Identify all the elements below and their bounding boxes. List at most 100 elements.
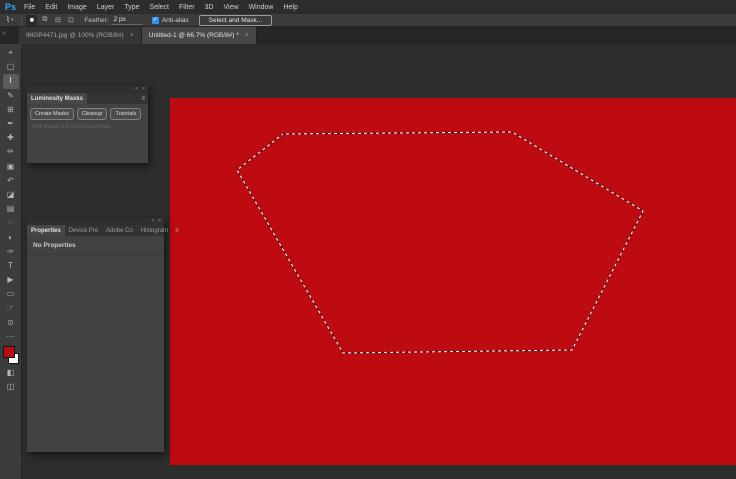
panel-menu-icon[interactable]: ≡ xyxy=(138,93,148,104)
create-masks-button[interactable]: Create Masks xyxy=(30,108,74,120)
tab-overflow-icon[interactable]: » xyxy=(2,30,6,37)
selection-marching-ants-light xyxy=(236,131,644,354)
menu-help[interactable]: Help xyxy=(283,4,297,11)
foreground-color-swatch[interactable] xyxy=(2,345,15,358)
pen-tool[interactable]: ✑ xyxy=(3,245,19,259)
dodge-tool[interactable]: ◐ xyxy=(3,230,19,244)
history-brush-tool[interactable]: ↶ xyxy=(3,174,19,188)
tool-icon: ⊞ xyxy=(7,104,14,114)
document-canvas[interactable] xyxy=(170,98,736,465)
tab-adobe-color[interactable]: Adobe Co xyxy=(102,225,137,236)
tutorials-button[interactable]: Tutorials xyxy=(110,108,142,120)
document-tab[interactable]: Untitled-1 @ 66.7% (RGB/8#) * × xyxy=(141,27,257,44)
photoshop-window: Ps File Edit Image Layer Type Select Fil… xyxy=(0,0,736,479)
close-tab-icon[interactable]: × xyxy=(245,32,249,39)
move-tool[interactable]: ⌖ xyxy=(3,46,19,60)
menu-bar: Ps File Edit Image Layer Type Select Fil… xyxy=(0,0,736,14)
menu-type[interactable]: Type xyxy=(124,4,139,11)
anti-alias-checkbox[interactable]: ✓ xyxy=(151,16,159,24)
quick-selection-tool[interactable]: ✎ xyxy=(3,89,19,103)
menu-3d[interactable]: 3D xyxy=(205,4,214,11)
close-tab-icon[interactable]: × xyxy=(130,32,134,39)
polygonal-lasso-tool[interactable]: ⌇ xyxy=(2,74,19,89)
tool-icon: ⌖ xyxy=(8,48,13,58)
document-tab[interactable]: IMGP4471.jpg @ 100% (RGB/8#) × xyxy=(19,27,142,44)
select-and-mask-button[interactable]: Select and Mask... xyxy=(198,14,273,26)
edit-toolbar-icon[interactable]: ⋯ xyxy=(3,330,19,344)
zoom-tool[interactable]: ⊙ xyxy=(3,316,19,330)
selection-mode-icon: ⧉ xyxy=(42,16,48,23)
menu-select[interactable]: Select xyxy=(150,4,169,11)
chevron-down-icon[interactable]: ▾ xyxy=(11,17,14,23)
crop-tool[interactable]: ⊞ xyxy=(3,103,19,117)
panel-menu-icon[interactable]: ≡ xyxy=(172,225,182,236)
tool-icon: ⊙ xyxy=(7,317,14,327)
intersect-selection-mode[interactable]: ⊡ xyxy=(65,15,76,26)
tool-icon: ▭ xyxy=(6,289,15,299)
blur-tool[interactable]: ◌ xyxy=(3,216,19,230)
tool-icon: ☞ xyxy=(6,303,15,313)
polygonal-lasso-icon[interactable]: ⌇ xyxy=(6,16,10,24)
collapse-panel-icon[interactable]: « xyxy=(151,219,154,224)
tool-icon: ◪ xyxy=(6,189,15,199)
selection-mode-icon: ■ xyxy=(29,16,35,24)
brush-tool[interactable]: ✏ xyxy=(3,145,19,159)
feather-label: Feather: xyxy=(84,16,109,24)
type-tool[interactable]: T xyxy=(3,259,19,273)
tool-icon: ↶ xyxy=(7,175,14,185)
tool-icon: ✒ xyxy=(7,119,14,129)
anti-alias-label: Anti-alias xyxy=(161,16,189,24)
tool-icon: ⌇ xyxy=(8,76,13,86)
tool-icon: ◌ xyxy=(8,218,13,228)
tab-properties[interactable]: Properties xyxy=(27,225,65,236)
selection-marching-ants-dark xyxy=(236,131,644,354)
menu-image[interactable]: Image xyxy=(67,4,86,11)
panel-tab-row: Luminosity Masks ≡ xyxy=(27,93,148,104)
rectangle-tool[interactable]: ▭ xyxy=(3,287,19,301)
cleanup-button[interactable]: Cleanup xyxy=(76,108,108,120)
menu-view[interactable]: View xyxy=(224,4,239,11)
screen-mode-icon[interactable]: ◫ xyxy=(3,380,19,394)
subtract-selection-mode[interactable]: ⊟ xyxy=(52,15,63,26)
luminosity-masks-body: Create Masks Cleanup Tutorials Free Mask… xyxy=(27,104,148,130)
tool-icon: ▣ xyxy=(6,161,15,171)
gradient-tool[interactable]: ▤ xyxy=(3,202,19,216)
tool-icon: T xyxy=(8,260,13,270)
rectangular-marquee-tool[interactable]: ▢ xyxy=(3,60,19,74)
tool-icon: ✑ xyxy=(7,246,14,256)
spot-healing-brush-tool[interactable]: ✚ xyxy=(3,131,19,145)
close-panel-icon[interactable]: × xyxy=(158,219,161,224)
tab-device-preview[interactable]: Device Pre xyxy=(65,225,102,236)
panel-credit-text: Free Masks v1.4 ©2015 Greg Benz xyxy=(32,124,111,130)
tab-histogram[interactable]: Histogram xyxy=(137,225,172,236)
eraser-tool[interactable]: ◪ xyxy=(3,188,19,202)
close-panel-icon[interactable]: × xyxy=(142,87,145,92)
menu-layer[interactable]: Layer xyxy=(97,4,115,11)
menu-file[interactable]: File xyxy=(24,4,35,11)
quick-mask-mode-icon[interactable]: ◧ xyxy=(3,366,19,380)
divider xyxy=(21,15,23,25)
tool-icon: ✏ xyxy=(7,147,14,157)
collapse-panel-icon[interactable]: « xyxy=(135,87,138,92)
tool-icon: ▢ xyxy=(6,62,15,72)
document-tab-label: Untitled-1 @ 66.7% (RGB/8#) * xyxy=(148,32,239,39)
menu-filter[interactable]: Filter xyxy=(179,4,195,11)
hand-tool[interactable]: ☞ xyxy=(3,301,19,315)
panel-group-bar: « × xyxy=(27,86,148,93)
clone-stamp-tool[interactable]: ▣ xyxy=(3,160,19,174)
menu-window[interactable]: Window xyxy=(249,4,274,11)
photoshop-logo[interactable]: Ps xyxy=(5,2,16,12)
color-swatches xyxy=(2,345,19,364)
new-selection-mode[interactable]: ■ xyxy=(26,14,38,26)
tab-luminosity-masks[interactable]: Luminosity Masks xyxy=(27,93,88,104)
menu-edit[interactable]: Edit xyxy=(45,4,57,11)
selection-mode-icon: ⊟ xyxy=(54,17,61,24)
eyedropper-tool[interactable]: ✒ xyxy=(3,117,19,131)
properties-panel: « × Properties Device Pre Adobe Co Histo… xyxy=(27,218,179,452)
feather-input[interactable]: 2 px xyxy=(110,16,142,25)
add-to-selection-mode[interactable]: ⧉ xyxy=(39,15,50,26)
path-selection-tool[interactable]: ▶ xyxy=(3,273,19,287)
document-tab-bar: » IMGP4471.jpg @ 100% (RGB/8#) × Untitle… xyxy=(0,27,736,44)
selection-mode-icon: ⊡ xyxy=(67,17,74,24)
tool-icon: ◐ xyxy=(8,232,13,242)
